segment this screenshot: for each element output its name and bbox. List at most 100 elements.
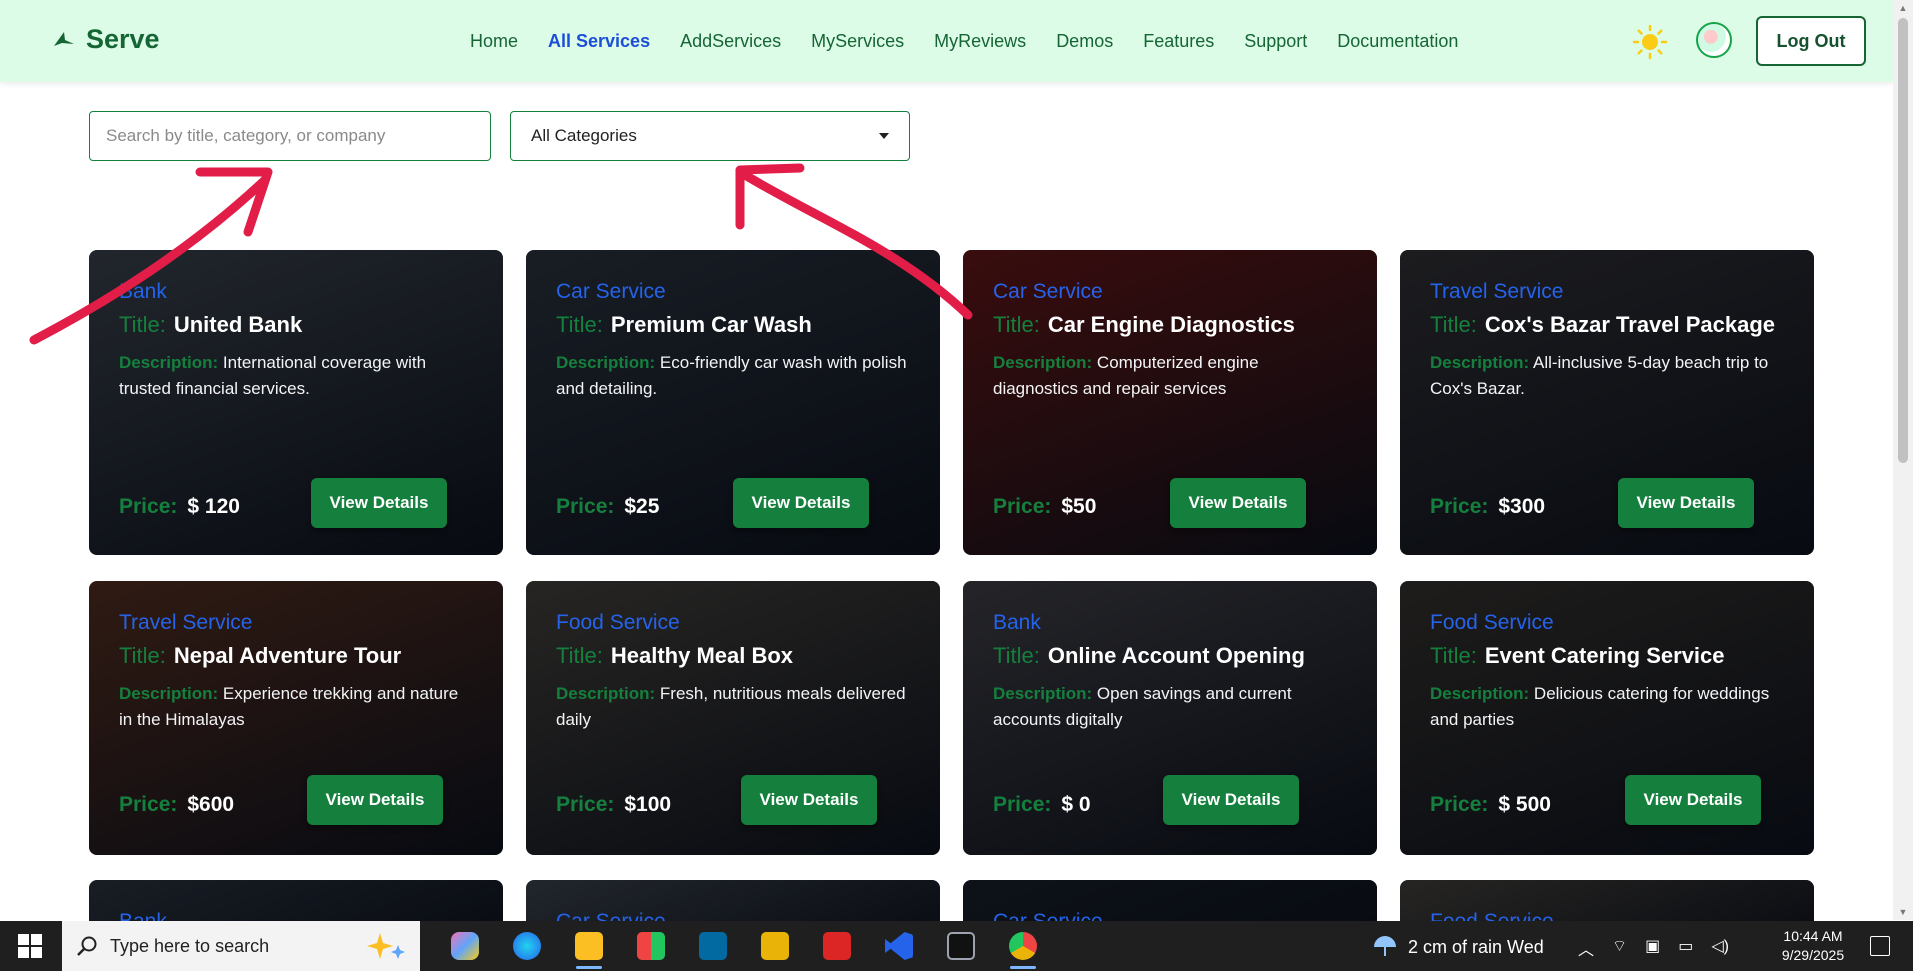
nav-demos[interactable]: Demos <box>1056 31 1113 52</box>
card-title: Title: Premium Car Wash <box>556 312 910 338</box>
service-card: Food Service Title: Event Catering Service… <box>1400 581 1814 855</box>
card-description-label: Description: <box>556 684 656 703</box>
service-card: Food Service Title: Healthy Meal Box Descri… <box>526 581 940 855</box>
view-details-button[interactable]: View Details <box>1170 478 1306 528</box>
logout-button[interactable]: Log Out <box>1756 16 1866 66</box>
card-price-label: Price: <box>1430 495 1489 518</box>
search-icon <box>77 936 97 956</box>
nav-my-services[interactable]: MyServices <box>811 31 904 52</box>
meet-now-icon[interactable]: ▣ <box>1645 936 1660 960</box>
file-explorer-icon[interactable] <box>558 921 620 971</box>
nav-documentation[interactable]: Documentation <box>1337 31 1458 52</box>
card-title-label: Title: <box>119 643 166 668</box>
scroll-down-icon[interactable]: ▼ <box>1898 907 1908 917</box>
taskbar-search[interactable]: Type here to search <box>62 921 420 971</box>
page-scrollbar[interactable]: ▲ ▼ <box>1893 0 1913 920</box>
chevron-up-icon[interactable]: ︿ <box>1578 936 1594 960</box>
taskbar-clock[interactable]: 10:44 AM 9/29/2025 <box>1780 927 1846 965</box>
battery-icon[interactable]: ▭ <box>1678 936 1693 960</box>
view-details-button[interactable]: View Details <box>1163 775 1299 825</box>
view-details-button[interactable]: View Details <box>1625 775 1761 825</box>
card-title-value: United Bank <box>173 312 303 337</box>
card-title: Title: Cox's Bazar Travel Package <box>1430 312 1784 338</box>
user-avatar[interactable] <box>1696 22 1732 58</box>
sparkle-icon <box>367 933 405 959</box>
card-description: Description: Eco-friendly car wash with … <box>556 350 910 402</box>
card-title-label: Title: <box>993 643 1040 668</box>
category-select[interactable]: All Categories <box>510 111 910 161</box>
card-price-value: $ 120 <box>187 495 240 518</box>
card-category: Bank <box>993 611 1041 634</box>
card-price: Price: $25 <box>556 495 659 519</box>
card-price: Price: $ 500 <box>1430 793 1551 817</box>
nav-my-reviews[interactable]: MyReviews <box>934 31 1026 52</box>
volume-icon[interactable]: ◁) <box>1711 936 1729 960</box>
nav-home[interactable]: Home <box>470 31 518 52</box>
card-price-label: Price: <box>556 793 615 816</box>
main-nav: Home All Services AddServices MyServices… <box>470 0 1488 82</box>
card-title-value: Healthy Meal Box <box>610 643 794 668</box>
card-title-label: Title: <box>119 312 166 337</box>
network-icon[interactable]: ⌔ <box>1612 936 1627 960</box>
card-price: Price: $ 0 <box>993 793 1091 817</box>
card-category: Travel Service <box>119 611 253 634</box>
view-details-button[interactable]: View Details <box>311 478 447 528</box>
card-price-value: $50 <box>1061 495 1097 518</box>
chrome-icon[interactable] <box>992 921 1054 971</box>
card-description-label: Description: <box>1430 684 1530 703</box>
card-description: Description: Experience trekking and nat… <box>119 681 473 733</box>
nav-add-services[interactable]: AddServices <box>680 31 781 52</box>
wps-icon[interactable] <box>806 921 868 971</box>
terminal-icon[interactable] <box>930 921 992 971</box>
windows-start-icon[interactable] <box>18 934 42 958</box>
brand[interactable]: Serve <box>52 24 160 55</box>
card-price-value: $600 <box>187 793 235 816</box>
scroll-up-icon[interactable]: ▲ <box>1898 3 1908 13</box>
view-details-button[interactable]: View Details <box>1618 478 1754 528</box>
vscode-icon[interactable] <box>868 921 930 971</box>
card-description-label: Description: <box>993 684 1093 703</box>
view-details-button[interactable]: View Details <box>733 478 869 528</box>
card-description: Description: Delicious catering for wedd… <box>1430 681 1784 733</box>
service-card: Travel Service Title: Cox's Bazar Travel P… <box>1400 250 1814 555</box>
card-price: Price: $ 120 <box>119 495 240 519</box>
card-price-value: $100 <box>624 793 672 816</box>
outlook-icon[interactable] <box>682 921 744 971</box>
copilot-icon[interactable] <box>434 921 496 971</box>
card-title-value: Cox's Bazar Travel Package <box>1484 312 1776 337</box>
card-price-label: Price: <box>993 793 1052 816</box>
scrollbar-thumb[interactable] <box>1898 18 1908 463</box>
search-input[interactable] <box>89 111 491 161</box>
card-title-value: Nepal Adventure Tour <box>173 643 402 668</box>
card-description: Description: Computerized engine diagnos… <box>993 350 1347 402</box>
card-price-value: $25 <box>624 495 660 518</box>
clock-time: 10:44 AM <box>1783 928 1843 944</box>
view-details-button[interactable]: View Details <box>307 775 443 825</box>
weather-widget[interactable]: 2 cm of rain Wed <box>1372 934 1544 960</box>
power-bi-icon[interactable] <box>744 921 806 971</box>
card-title-label: Title: <box>1430 312 1477 337</box>
card-price-label: Price: <box>119 793 178 816</box>
notification-icon[interactable] <box>1870 936 1890 956</box>
nav-all-services[interactable]: All Services <box>548 31 650 52</box>
bird-logo-icon <box>54 31 74 46</box>
nav-features[interactable]: Features <box>1143 31 1214 52</box>
sun-icon[interactable] <box>1632 24 1668 60</box>
view-details-button[interactable]: View Details <box>741 775 877 825</box>
card-description: Description: Open savings and current ac… <box>993 681 1347 733</box>
card-category: Car Service <box>993 280 1103 303</box>
umbrella-rain-icon <box>1374 936 1396 956</box>
card-category: Food Service <box>1430 611 1554 634</box>
top-navbar: Serve Home All Services AddServices MySe… <box>0 0 1893 82</box>
card-price: Price: $100 <box>556 793 671 817</box>
card-category: Bank <box>119 280 167 303</box>
card-title: Title: Nepal Adventure Tour <box>119 643 473 669</box>
card-category: Food Service <box>556 611 680 634</box>
store-icon[interactable] <box>620 921 682 971</box>
card-title-label: Title: <box>556 643 603 668</box>
card-title: Title: United Bank <box>119 312 473 338</box>
edge-icon[interactable] <box>496 921 558 971</box>
nav-support[interactable]: Support <box>1244 31 1307 52</box>
taskbar-apps <box>434 921 1054 971</box>
card-price: Price: $50 <box>993 495 1096 519</box>
